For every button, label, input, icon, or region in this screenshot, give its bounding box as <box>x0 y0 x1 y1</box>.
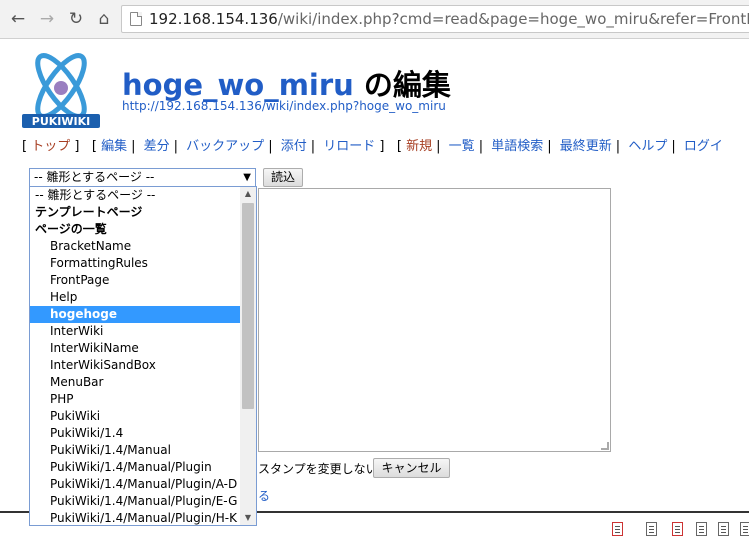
menu-help[interactable]: ヘルプ <box>628 139 667 154</box>
pukiwiki-logo[interactable]: PUKIWIKI <box>20 48 102 130</box>
backup-icon[interactable] <box>696 522 707 536</box>
dropdown-option[interactable]: PukiWiki/1.4/Manual/Plugin <box>30 459 256 476</box>
menu-search[interactable]: 単語検索 <box>491 139 543 154</box>
edit-textarea[interactable] <box>258 188 611 452</box>
home-icon[interactable]: ⌂ <box>94 9 114 29</box>
address-bar[interactable]: 192.168.154.136/wiki/index.php?cmd=read&… <box>121 5 749 33</box>
navigator: [ トップ ] [ 編集 | 差分 | バックアップ | 添付 | リロード ] [ 新… <box>22 139 723 154</box>
dropdown-option[interactable]: InterWiki <box>30 323 256 340</box>
page-name-link[interactable]: hoge_wo_miru <box>122 68 354 102</box>
dropdown-option[interactable]: PukiWiki/1.4 <box>30 425 256 442</box>
template-select-value: -- 雛形とするページ -- <box>34 170 155 184</box>
title-suffix: の編集 <box>353 68 451 102</box>
dropdown-option[interactable]: -- 雛形とするページ -- <box>30 187 246 204</box>
reload-icon[interactable]: ↻ <box>66 9 86 29</box>
dropdown-option[interactable]: PukiWiki/1.4/Manual <box>30 442 256 459</box>
notimestamp-label[interactable]: スタンプを変更しない <box>258 460 378 477</box>
dropdown-option[interactable]: hogehoge <box>30 306 256 323</box>
page-url-link[interactable]: http://192.168.154.136/wiki/index.php?ho… <box>122 99 446 113</box>
top-page-icon[interactable] <box>612 522 623 536</box>
template-dropdown-list[interactable]: -- 雛形とするページ -- テンプレートページ ページの一覧 BracketName… <box>29 186 257 526</box>
dropdown-option[interactable]: PHP <box>30 391 256 408</box>
bracket-open: [ <box>396 139 402 154</box>
dropdown-option[interactable]: PukiWiki/1.4/Manual/Plugin/A-D <box>30 476 256 493</box>
menu-login[interactable]: ログイ <box>684 139 723 154</box>
template-select[interactable]: -- 雛形とするページ -- ▼ <box>29 168 256 187</box>
dropdown-option[interactable]: Help <box>30 289 256 306</box>
load-button[interactable]: 読込 <box>263 168 303 187</box>
bracket-open: [ <box>22 139 28 154</box>
scrollbar-thumb[interactable] <box>242 203 254 409</box>
menu-list[interactable]: 一覧 <box>449 139 475 154</box>
page-icon <box>130 12 142 26</box>
menu-recent[interactable]: 最終更新 <box>560 139 612 154</box>
url-text: 192.168.154.136/wiki/index.php?cmd=read&… <box>149 10 749 28</box>
menu-new[interactable]: 新規 <box>406 139 432 154</box>
dropdown-option[interactable]: PukiWiki/1.4/Manual/Plugin/E-G <box>30 493 256 510</box>
menu-top[interactable]: トップ <box>31 139 70 154</box>
edit-icon[interactable] <box>646 522 657 536</box>
dropdown-option[interactable]: MenuBar <box>30 374 256 391</box>
menu-diff[interactable]: 差分 <box>144 139 170 154</box>
dropdown-scrollbar[interactable]: ▲ ▼ <box>240 187 256 525</box>
diff-icon[interactable] <box>672 522 683 536</box>
menu-reload[interactable]: リロード <box>323 139 375 154</box>
forward-icon[interactable]: → <box>37 9 57 29</box>
url-host: 192.168.154.136 <box>149 10 278 28</box>
dropdown-option[interactable]: BracketName <box>30 238 256 255</box>
resize-handle-icon[interactable] <box>601 442 609 450</box>
cancel-button[interactable]: キャンセル <box>373 458 450 478</box>
scroll-down-icon[interactable]: ▼ <box>240 511 256 525</box>
menu-backup[interactable]: バックアップ <box>186 139 264 154</box>
reload-page-icon[interactable] <box>740 522 749 536</box>
dropdown-option[interactable]: FormattingRules <box>30 255 256 272</box>
bracket-open: [ <box>91 139 97 154</box>
attach-icon[interactable] <box>718 522 729 536</box>
logo-text: PUKIWIKI <box>32 115 90 128</box>
dropdown-group-header: テンプレートページ <box>35 205 143 219</box>
help-link[interactable]: る <box>258 487 270 504</box>
dropdown-group-header: ページの一覧 <box>35 222 107 236</box>
bracket-close: ] <box>379 139 385 154</box>
menu-attach[interactable]: 添付 <box>281 139 307 154</box>
scroll-up-icon[interactable]: ▲ <box>240 187 256 201</box>
dropdown-option[interactable]: PukiWiki/1.4/Manual/Plugin/H-K <box>30 510 256 525</box>
dropdown-option[interactable]: InterWikiName <box>30 340 256 357</box>
page-title: hoge_wo_miru の編集 <box>122 62 451 104</box>
dropdown-option[interactable]: PukiWiki <box>30 408 256 425</box>
back-icon[interactable]: ← <box>8 9 28 29</box>
bracket-close: ] <box>74 139 80 154</box>
dropdown-option[interactable]: InterWikiSandBox <box>30 357 256 374</box>
menu-edit[interactable]: 編集 <box>101 139 127 154</box>
dropdown-option[interactable]: FrontPage <box>30 272 256 289</box>
browser-toolbar: ← → ↻ ⌂ 192.168.154.136/wiki/index.php?c… <box>0 0 749 39</box>
url-path: /wiki/index.php?cmd=read&page=hoge_wo_mi… <box>277 10 749 28</box>
dropdown-arrow-icon: ▼ <box>243 172 251 183</box>
